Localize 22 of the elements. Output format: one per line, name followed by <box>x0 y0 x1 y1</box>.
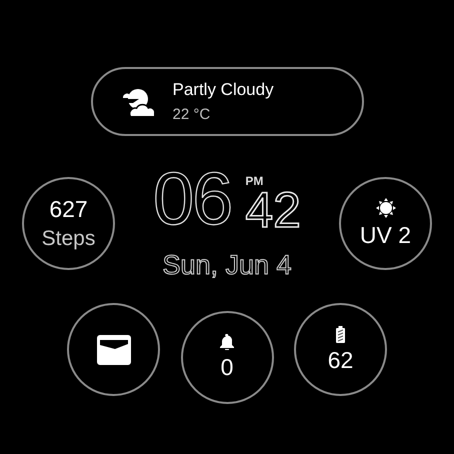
clock-period: PM <box>245 174 264 188</box>
battery-complication[interactable]: 62 <box>294 303 387 396</box>
notifications-complication[interactable]: 0 <box>180 311 274 404</box>
steps-complication[interactable]: 627 Steps <box>22 177 115 270</box>
wallet-complication[interactable] <box>67 303 160 396</box>
temperature: 22 °C <box>172 106 212 123</box>
weather-condition: Partly Cloudy <box>172 80 274 100</box>
battery-percent: 62 <box>328 346 354 374</box>
sun-icon <box>376 198 396 218</box>
bell-icon <box>220 334 234 350</box>
weather-complication[interactable]: Partly Cloudy 22 °C <box>90 67 364 136</box>
date-text: Sun, Jun 4 <box>162 250 292 281</box>
steps-label: Steps <box>42 227 96 251</box>
partly-cloudy-icon <box>120 86 154 116</box>
notification-count: 0 <box>220 354 234 381</box>
steps-count: 627 <box>49 196 88 223</box>
clock-hours: 06 <box>153 166 232 232</box>
clock-minutes: 42 <box>245 188 301 232</box>
battery-icon <box>336 326 345 342</box>
uv-complication[interactable]: UV 2 <box>339 177 432 270</box>
wallet-icon <box>96 334 130 364</box>
uv-index: UV 2 <box>360 222 412 249</box>
